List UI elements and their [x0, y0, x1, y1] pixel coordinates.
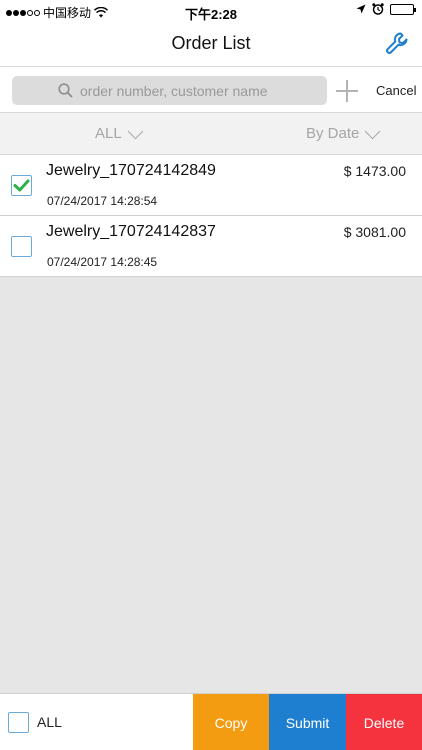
- order-row[interactable]: Jewelry_170724142849 07/24/2017 14:28:54…: [0, 155, 422, 216]
- order-date: 07/24/2017 14:28:45: [47, 255, 158, 269]
- delete-button[interactable]: Delete: [346, 694, 422, 750]
- chevron-down-icon: [127, 123, 143, 139]
- select-all-checkbox[interactable]: [8, 712, 29, 733]
- order-row[interactable]: Jewelry_170724142837 07/24/2017 14:28:45…: [0, 216, 422, 277]
- submit-button[interactable]: Submit: [269, 694, 346, 750]
- select-all-label: ALL: [37, 714, 62, 730]
- copy-button[interactable]: Copy: [193, 694, 269, 750]
- status-right: [356, 3, 416, 15]
- alarm-icon: [372, 3, 384, 15]
- order-amount: $ 1473.00: [343, 163, 406, 179]
- location-icon: [356, 4, 366, 14]
- nav-bar: Order List: [0, 22, 422, 66]
- search-input[interactable]: [58, 82, 308, 99]
- wrench-icon[interactable]: [384, 30, 410, 56]
- bottom-action-bar: ALL Copy Submit Delete: [0, 693, 422, 750]
- search-box[interactable]: [12, 76, 327, 105]
- filter-row: ALL By Date: [0, 112, 422, 155]
- order-amount: $ 3081.00: [343, 224, 406, 240]
- sort-label: By Date: [306, 125, 360, 142]
- order-checkbox[interactable]: [11, 175, 32, 196]
- order-name: Jewelry_170724142849: [46, 162, 216, 179]
- order-list: Jewelry_170724142849 07/24/2017 14:28:54…: [0, 155, 422, 277]
- status-filter-dropdown[interactable]: ALL: [95, 123, 143, 142]
- sort-dropdown[interactable]: By Date: [306, 123, 381, 142]
- search-row: Cancel: [0, 66, 422, 112]
- chevron-down-icon: [365, 123, 381, 139]
- plus-icon[interactable]: [336, 80, 358, 102]
- order-checkbox[interactable]: [11, 236, 32, 257]
- order-name: Jewelry_170724142837: [46, 223, 216, 240]
- status-bar: 中国移动 下午2:28: [0, 0, 422, 22]
- checkmark-icon: [13, 179, 30, 192]
- search-icon: [58, 83, 73, 98]
- order-date: 07/24/2017 14:28:54: [47, 194, 158, 208]
- status-filter-label: ALL: [95, 125, 122, 142]
- page-title: Order List: [171, 33, 251, 53]
- cancel-button[interactable]: Cancel: [376, 83, 416, 98]
- battery-icon: [390, 3, 416, 15]
